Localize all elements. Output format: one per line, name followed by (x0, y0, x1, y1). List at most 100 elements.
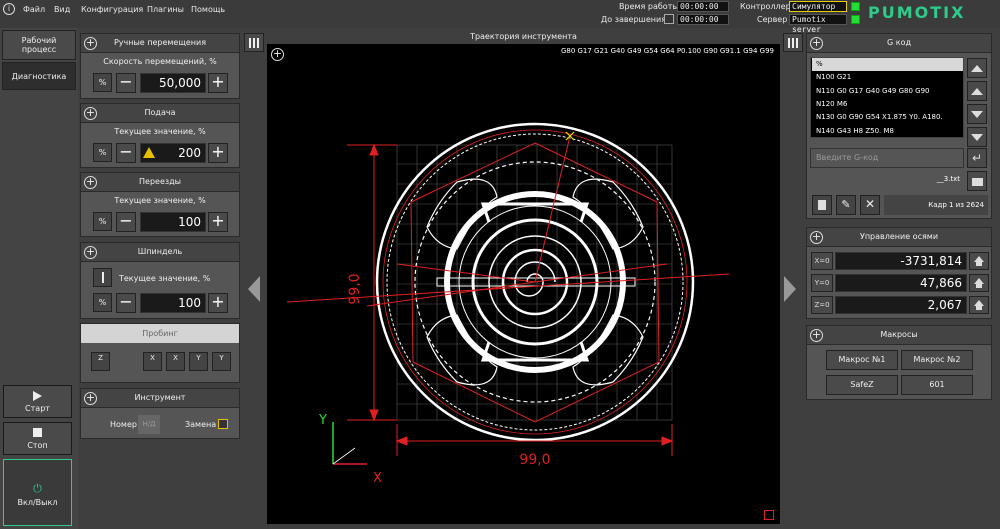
rapid-plus-button[interactable]: + (208, 212, 228, 232)
manual-plus-button[interactable]: + (208, 73, 228, 93)
spindle-minus-button[interactable]: − (116, 293, 136, 313)
axis-home-button[interactable] (969, 274, 989, 292)
gcode-filename: __3.txt (936, 175, 960, 183)
manual-value[interactable]: 50,000 (140, 73, 206, 93)
manual-pct-button[interactable]: % (93, 73, 112, 92)
viewer-header: Траектория инструмента (267, 28, 780, 44)
scroll-down-button[interactable] (967, 104, 987, 124)
tool-marker (565, 131, 575, 141)
gcode-line[interactable]: % (812, 58, 963, 71)
rapid-minus-button[interactable]: − (116, 212, 136, 232)
rapid-label: Текущее значение, % (114, 196, 206, 205)
manual-minus-button[interactable]: − (116, 73, 136, 93)
spindle-plus-button[interactable]: + (208, 293, 228, 313)
gcode-title: G код (887, 38, 911, 47)
macro-button-0[interactable]: Макрос №1 (826, 350, 898, 370)
spindle-tool-button[interactable] (93, 268, 112, 287)
work-time-value: 00:00:00 (677, 1, 729, 12)
server-status-led (851, 15, 860, 24)
copy-button[interactable] (812, 195, 832, 215)
macros-title: Макросы (880, 330, 918, 339)
server-value: Pumotix server (789, 14, 847, 34)
scroll-top-button[interactable] (967, 58, 987, 78)
power-icon: ⏻ (33, 482, 42, 495)
scroll-bottom-icon (971, 134, 983, 141)
feed-pct-button[interactable]: % (93, 143, 112, 162)
right-menu-icon[interactable] (783, 33, 803, 52)
scroll-up-button[interactable] (967, 81, 987, 101)
menu-config[interactable]: Конфигурация (81, 5, 143, 14)
scroll-bottom-button[interactable] (967, 127, 987, 147)
controller-select[interactable]: Симулятор (789, 1, 847, 12)
pencil-icon: ✎ (841, 198, 851, 211)
feed-minus-button[interactable]: − (116, 143, 136, 163)
start-button[interactable]: Старт (3, 385, 72, 418)
nav-diagnostics[interactable]: Диагностика (2, 62, 76, 90)
macro-button-2[interactable]: SafeZ (826, 375, 898, 395)
spindle-icon (101, 272, 104, 283)
spindle-value[interactable]: 100 (140, 293, 206, 313)
gcode-line[interactable]: N140 G43 H8 Z50. M8 (812, 125, 963, 138)
probe-button-4[interactable]: Y (212, 352, 231, 371)
axis-value[interactable]: 2,067 (835, 296, 967, 314)
nav-workflow-label-2: процесс (21, 45, 57, 54)
work-time-label: Время работы (619, 2, 679, 11)
axis-home-button[interactable] (969, 296, 989, 314)
home-icon-base (976, 262, 982, 266)
start-label: Старт (25, 404, 50, 413)
tool-change-checkbox[interactable] (218, 419, 228, 429)
gcode-enter-button[interactable]: ↵ (967, 148, 987, 168)
menu-view[interactable]: Вид (54, 5, 70, 14)
macro-button-1[interactable]: Макрос №2 (901, 350, 973, 370)
open-folder-button[interactable] (967, 171, 987, 191)
gcode-line[interactable]: N130 G0 G90 G54 X1.875 Y0. A180. (812, 111, 963, 124)
axis-zero-button[interactable]: Z=0 (811, 296, 833, 314)
nav-workflow[interactable]: Рабочий процесс (2, 30, 76, 60)
next-arrow-icon[interactable] (784, 276, 796, 302)
close-file-button[interactable]: ✕ (860, 195, 880, 215)
axis-value[interactable]: 47,866 (835, 274, 967, 292)
gcode-line[interactable]: N120 M6 (812, 98, 963, 111)
prev-arrow-icon[interactable] (248, 276, 260, 302)
macro-button-3[interactable]: 601 (901, 375, 973, 395)
edit-button[interactable]: ✎ (836, 195, 856, 215)
spindle-pct-button[interactable]: % (93, 293, 112, 312)
power-label: Вкл/Выкл (17, 498, 58, 507)
manual-label: Скорость перемещений, % (103, 57, 217, 66)
viewer-fit-icon[interactable] (764, 510, 774, 520)
info-icon[interactable]: i (3, 3, 15, 15)
manual-panel-header: + Ручные перемещения (81, 34, 239, 53)
stop-button[interactable]: Стоп (3, 422, 72, 455)
feed-plus-button[interactable]: + (208, 143, 228, 163)
frame-counter: Кадр 1 из 2624 (884, 195, 988, 215)
feed-panel: + Подача Текущее значение, % % − 200 + (80, 103, 240, 168)
probe-button-1[interactable]: X (143, 352, 162, 371)
spindle-title: Шпиндель (137, 247, 183, 256)
timer-settings-icon[interactable] (664, 14, 674, 24)
axis-zero-button[interactable]: Y=0 (811, 274, 833, 292)
controller-label: Контроллер (740, 2, 791, 11)
spindle-panel-header: + Шпиндель (81, 243, 239, 262)
axis-y-label: Y (318, 413, 327, 428)
probe-button-0[interactable]: Z (91, 352, 110, 371)
menu-plugins[interactable]: Плагины (147, 5, 184, 14)
gcode-line[interactable]: N110 G0 G17 G40 G49 G80 G90 (812, 85, 963, 98)
toolpath-viewer[interactable]: + G80 G17 G21 G40 G49 G54 G64 P0.100 G90… (267, 44, 780, 524)
rapid-pct-button[interactable]: % (93, 212, 112, 231)
viewer-title: Траектория инструмента (470, 32, 577, 41)
axis-value[interactable]: -3731,814 (835, 252, 967, 270)
remaining-label: До завершения (601, 15, 667, 24)
nav-workflow-label-1: Рабочий (21, 36, 57, 45)
menu-file[interactable]: Файл (23, 5, 45, 14)
power-button[interactable]: ⏻ Вкл/Выкл (3, 459, 72, 526)
gcode-line[interactable]: N100 G21 (812, 71, 963, 84)
gcode-input[interactable]: Введите G-код (810, 148, 964, 168)
axis-home-button[interactable] (969, 252, 989, 270)
menu-help[interactable]: Помощь (191, 5, 225, 14)
viewer-menu-icon[interactable] (244, 33, 264, 52)
rapid-value[interactable]: 100 (140, 212, 206, 232)
probe-button-2[interactable]: X (166, 352, 185, 371)
probing-header[interactable]: Пробинг (81, 324, 239, 343)
axis-zero-button[interactable]: X=0 (811, 252, 833, 270)
probe-button-3[interactable]: Y (189, 352, 208, 371)
